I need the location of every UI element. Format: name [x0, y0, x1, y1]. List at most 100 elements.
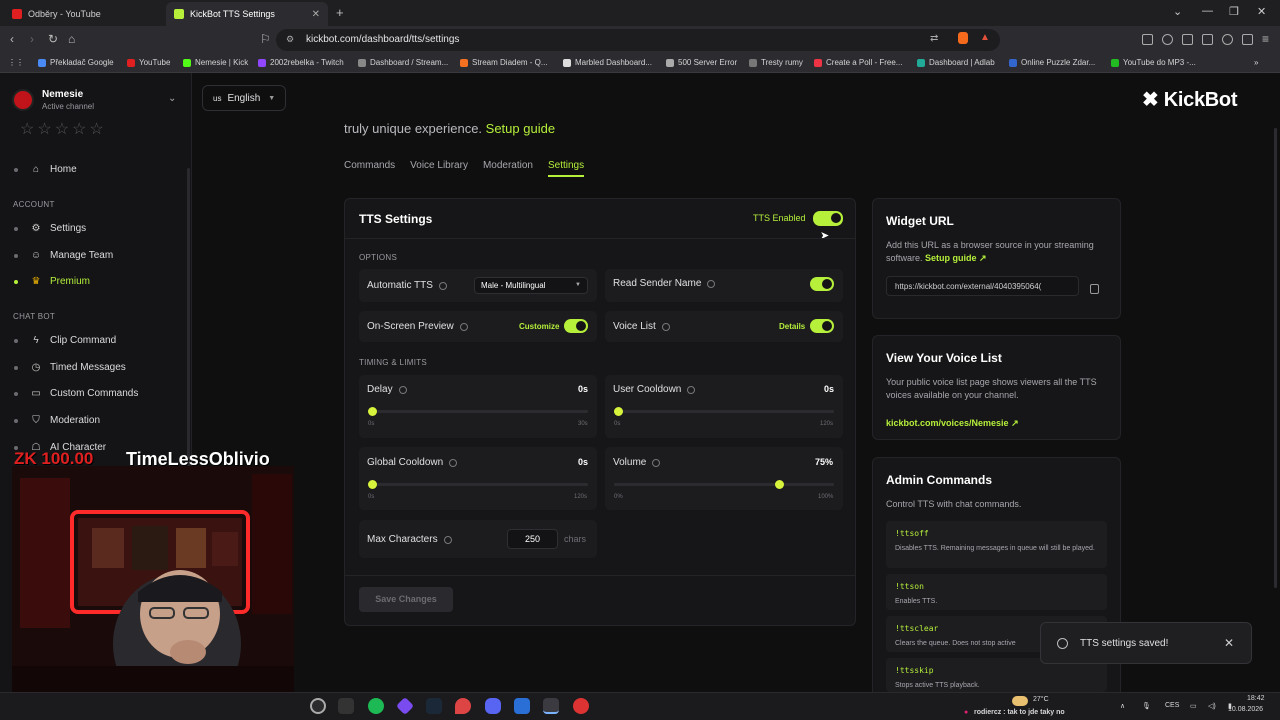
volume-icon[interactable]: ◁)	[1208, 702, 1216, 710]
info-icon[interactable]	[398, 385, 407, 394]
new-tab-button[interactable]: +	[336, 5, 344, 20]
tts-enabled-toggle[interactable]	[813, 211, 843, 226]
obs-icon[interactable]	[310, 698, 326, 714]
copy-icon[interactable]	[1090, 284, 1099, 294]
bookmark-item[interactable]: Nemesie | Kick	[183, 58, 248, 67]
widget-url-field[interactable]: https://kickbot.com/external/4040395064(	[886, 276, 1079, 296]
setup-guide-link[interactable]: Setup guide	[925, 253, 977, 263]
tab-moderation[interactable]: Moderation	[483, 160, 533, 177]
language-select[interactable]: us English ▼	[202, 85, 287, 111]
bookmark-item[interactable]: Dashboard / Stream...	[358, 58, 448, 67]
delay-slider[interactable]	[368, 410, 588, 413]
forward-icon[interactable]: ›	[30, 32, 34, 46]
tab-commands[interactable]: Commands	[344, 160, 395, 177]
url-field[interactable]: ⚙ kickbot.com/dashboard/tts/settings ⇄ ▲	[276, 29, 1000, 51]
voice-select[interactable]: Male - Multilingual ▼	[474, 277, 588, 294]
sidebar-item-settings[interactable]: ⚙ Settings	[14, 223, 86, 234]
brave-rewards-icon[interactable]: ▲	[980, 32, 990, 43]
epic-games-icon[interactable]	[338, 698, 354, 714]
microphone-icon[interactable]: 🎙	[1142, 702, 1151, 710]
max-characters-input[interactable]: 250	[507, 529, 558, 549]
media-icon[interactable]	[1162, 34, 1173, 45]
tab-youtube[interactable]: Odběry - YouTube	[4, 2, 166, 26]
info-icon[interactable]	[438, 281, 447, 290]
close-window-button[interactable]: ✕	[1257, 5, 1266, 18]
apps-icon[interactable]: ⋮⋮	[8, 58, 24, 67]
bookmark-item[interactable]: 2002rebelka - Twitch	[258, 58, 344, 67]
save-changes-button[interactable]: Save Changes	[359, 587, 453, 612]
bookmark-item[interactable]: Dashboard | Adlab	[917, 58, 995, 67]
kickbot-logo[interactable]: ✖ KickBot	[1142, 87, 1237, 112]
info-icon[interactable]	[661, 322, 670, 331]
details-link[interactable]: Details	[779, 322, 805, 331]
bookmark-item[interactable]: Překladač Google	[38, 58, 114, 67]
sidebar-icon[interactable]	[1182, 34, 1193, 45]
bookmarks-overflow-icon[interactable]: »	[1254, 58, 1258, 67]
reload-icon[interactable]: ↻	[48, 32, 58, 46]
bookmark-item[interactable]: Tresty rumy	[749, 58, 803, 67]
info-icon[interactable]	[707, 279, 716, 288]
channel-switcher[interactable]	[12, 89, 34, 111]
app-icon[interactable]	[573, 698, 589, 714]
menu-icon[interactable]: ≡	[1262, 32, 1269, 46]
leo-icon[interactable]	[1222, 34, 1233, 45]
app-icon[interactable]	[395, 696, 415, 716]
read-sender-toggle[interactable]	[810, 277, 834, 291]
discord-icon[interactable]	[485, 698, 501, 714]
bookmark-item[interactable]: YouTube do MP3 -...	[1111, 58, 1196, 67]
translate-icon[interactable]: ⇄	[930, 33, 938, 44]
tab-kickbot[interactable]: KickBot TTS Settings ✕	[166, 2, 328, 26]
user-cooldown-slider[interactable]	[614, 410, 834, 413]
steam-icon[interactable]	[426, 698, 442, 714]
browser-icon[interactable]	[543, 698, 559, 714]
tab-search-icon[interactable]: ⌄	[1173, 5, 1182, 18]
info-icon[interactable]	[687, 385, 696, 394]
voice-list-link[interactable]: kickbot.com/voices/Nemesie ↗	[886, 413, 1019, 431]
sidebar-item-premium[interactable]: ♛ Premium	[14, 276, 90, 287]
input-language[interactable]: CES	[1165, 702, 1179, 709]
close-icon[interactable]: ✕	[1224, 636, 1234, 650]
close-icon[interactable]: ✕	[312, 9, 320, 20]
minimize-button[interactable]: —	[1202, 5, 1213, 17]
bookmark-item[interactable]: Marbled Dashboard...	[563, 58, 652, 67]
sidebar-item-manage-team[interactable]: ☺ Manage Team	[14, 250, 113, 261]
tab-settings[interactable]: Settings	[547, 160, 585, 177]
onscreen-preview-toggle[interactable]	[564, 319, 588, 333]
tray-chevron-icon[interactable]: ∧	[1120, 702, 1125, 710]
tab-voice-library[interactable]: Voice Library	[410, 160, 468, 177]
setup-guide-link[interactable]: Setup guide	[486, 121, 555, 136]
maximize-button[interactable]: ❐	[1229, 5, 1239, 18]
app-icon[interactable]	[514, 698, 530, 714]
sidebar-item-timed-messages[interactable]: ◷ Timed Messages	[14, 362, 126, 373]
bookmark-item[interactable]: Online Puzzle Zdar...	[1009, 58, 1095, 67]
global-cooldown-slider[interactable]	[368, 483, 588, 486]
info-icon[interactable]	[443, 535, 452, 544]
delay-slider-handle[interactable]	[368, 407, 377, 416]
network-icon[interactable]: ▭	[1190, 702, 1197, 710]
bookmark-icon[interactable]: ⚐	[260, 32, 271, 46]
bookmark-item[interactable]: Stream Diadem - Q...	[460, 58, 548, 67]
brave-shield-icon[interactable]	[958, 32, 968, 44]
wallet-icon[interactable]	[1202, 34, 1213, 45]
chevron-down-icon[interactable]: ⌄	[168, 93, 176, 104]
voice-list-toggle[interactable]	[810, 319, 834, 333]
maps-icon[interactable]	[455, 698, 471, 714]
sidebar-item-home[interactable]: ⌂ Home	[14, 164, 77, 175]
page-scrollbar[interactable]	[1274, 128, 1277, 588]
volume-slider-handle[interactable]	[774, 480, 784, 489]
bookmark-item[interactable]: Create a Poll - Free...	[814, 58, 902, 67]
volume-slider[interactable]	[614, 483, 834, 486]
bookmark-item[interactable]: 500 Server Error	[666, 58, 737, 67]
info-icon[interactable]	[459, 322, 468, 331]
extensions-icon[interactable]	[1142, 34, 1153, 45]
sidebar-item-moderation[interactable]: ⛉ Moderation	[14, 415, 100, 426]
site-info-icon[interactable]: ⚙	[286, 34, 294, 45]
back-icon[interactable]: ‹	[10, 32, 14, 46]
global-cooldown-slider-handle[interactable]	[368, 480, 377, 489]
user-cooldown-slider-handle[interactable]	[614, 407, 623, 416]
spotify-icon[interactable]	[368, 698, 384, 714]
customize-link[interactable]: Customize	[519, 322, 559, 331]
sidebar-item-custom-commands[interactable]: ▭ Custom Commands	[14, 388, 138, 399]
info-icon[interactable]	[449, 458, 458, 467]
sidebar-item-clip-command[interactable]: ϟ Clip Command	[14, 335, 116, 346]
